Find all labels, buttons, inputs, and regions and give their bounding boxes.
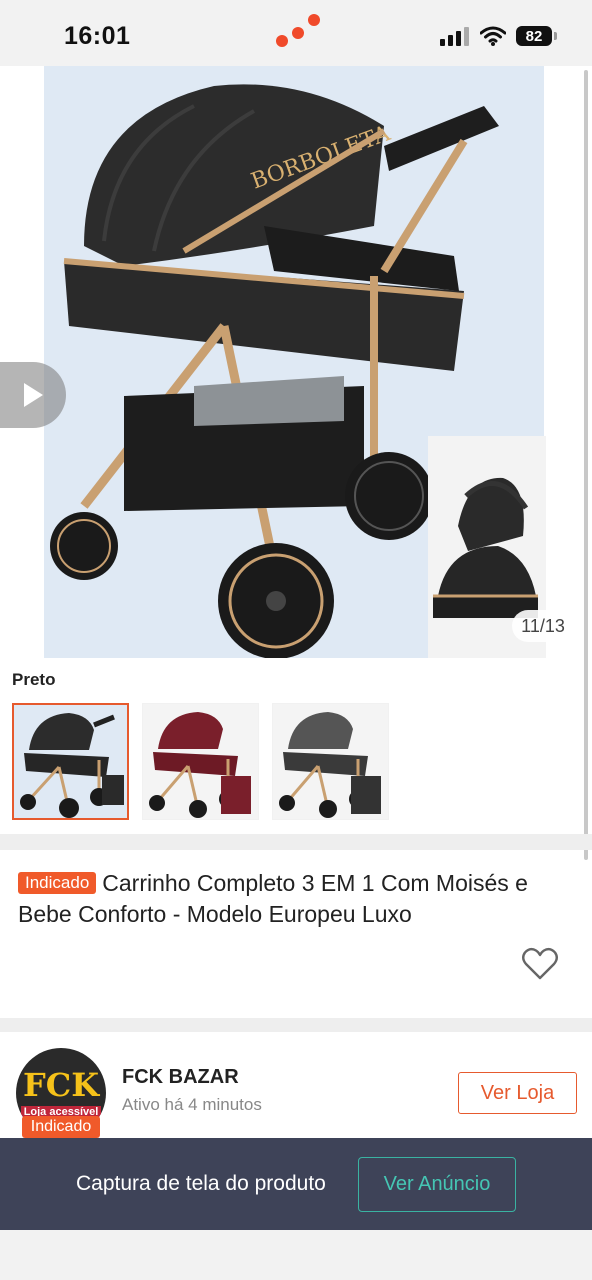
section-divider	[0, 1018, 592, 1032]
view-store-button[interactable]: Ver Loja	[458, 1072, 577, 1114]
variant-thumbnail-black[interactable]	[12, 703, 129, 820]
recommended-badge: Indicado	[18, 872, 97, 894]
scrollbar[interactable]	[584, 70, 588, 860]
status-bar: 16:01 82	[0, 0, 592, 66]
variant-thumbnails	[12, 703, 389, 820]
section-divider	[0, 834, 592, 850]
app-logo-dots-icon	[276, 14, 320, 47]
product-title-block: Indicado Carrinho Completo 3 EM 1 Com Moi…	[18, 868, 574, 930]
play-icon	[24, 383, 43, 407]
store-active-status: Ativo há 4 minutos	[122, 1095, 262, 1114]
play-video-button[interactable]	[0, 362, 66, 428]
store-name[interactable]: FCK BAZAR	[122, 1066, 239, 1089]
status-time: 16:01	[64, 22, 131, 50]
wifi-icon	[480, 26, 506, 46]
variant-color-label: Preto	[12, 670, 56, 689]
capture-text: Captura de tela do produto	[76, 1172, 326, 1195]
image-counter: 11/13	[512, 610, 574, 642]
variant-thumbnail-grey[interactable]	[272, 703, 389, 820]
battery-indicator: 82	[516, 26, 557, 46]
favorite-heart-icon[interactable]	[520, 944, 560, 984]
store-avatar-logo-text: FCK	[23, 1066, 99, 1104]
store-section: FCK Loja acessível Indicado FCK BAZAR At…	[0, 1032, 592, 1138]
signal-icon	[440, 27, 469, 46]
store-recommended-badge: Indicado	[22, 1116, 100, 1138]
variant-thumbnail-burgundy[interactable]	[142, 703, 259, 820]
view-listing-button[interactable]: Ver Anúncio	[358, 1157, 516, 1212]
screenshot-capture-bar: Captura de tela do produto Ver Anúncio	[0, 1138, 592, 1230]
status-icons: 82	[440, 26, 557, 46]
product-gallery[interactable]: BORBOLETA 11/13	[0, 66, 592, 664]
bottom-safe-area	[0, 1230, 592, 1280]
